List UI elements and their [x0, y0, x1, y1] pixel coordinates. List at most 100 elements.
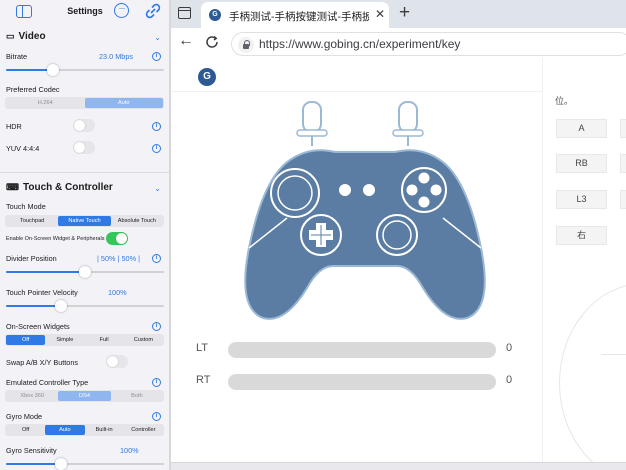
onscreen-widget-toggle[interactable] [106, 232, 128, 245]
touch-chevron-icon[interactable]: ⌄ [154, 184, 161, 193]
face-button-y [418, 172, 430, 184]
segment-option[interactable]: DS4 [58, 391, 111, 401]
browser-window: G 手柄测试-手柄按键测试-手柄扳机 ✕ + ← https://www.gob… [171, 0, 626, 470]
emulated-info-icon[interactable]: i [152, 378, 161, 387]
video-section-header[interactable]: ▭ Video [6, 31, 46, 42]
gamepad-illustration [244, 101, 486, 320]
bitrate-slider[interactable] [6, 64, 164, 76]
video-icon: ▭ [6, 31, 15, 41]
section-divider [0, 172, 169, 173]
gyro-info-icon[interactable]: i [152, 412, 161, 421]
rt-trigger-row: RT 0 [196, 372, 516, 390]
video-chevron-icon[interactable]: ⌄ [154, 33, 161, 42]
bitrate-label: Bitrate [6, 52, 28, 61]
segment-option[interactable]: Auto [45, 425, 85, 435]
tab-title: 手柄测试-手柄按键测试-手柄扳机 [229, 11, 369, 23]
settings-sidebar: Settings ··· ▭ Video ⌄ Bitrate 23.0 Mbps … [0, 0, 169, 470]
browser-tab[interactable]: G 手柄测试-手柄按键测试-手柄扳机 ✕ [201, 2, 389, 28]
face-button-x [406, 184, 418, 196]
key-edge-3[interactable] [620, 190, 626, 209]
settings-title: Settings [67, 6, 103, 16]
codec-segmented-control[interactable]: H.264 Auto [5, 97, 164, 109]
close-tab-icon[interactable]: ✕ [375, 7, 385, 21]
gyro-sensitivity-value: 100% [120, 446, 139, 455]
tab-overview-icon[interactable] [178, 7, 191, 19]
link-icon[interactable] [145, 3, 161, 19]
rt-label: RT [196, 374, 211, 386]
divider-slider[interactable] [6, 266, 164, 278]
browser-bottom-bar [171, 462, 626, 470]
face-button-b [430, 184, 442, 196]
lt-trigger-row: LT 0 [196, 340, 516, 358]
segment-option[interactable]: Absolute Touch [111, 216, 163, 226]
hdr-info-icon[interactable]: i [152, 122, 161, 131]
gyro-sensitivity-fill [6, 463, 62, 465]
divider-info-icon[interactable]: i [152, 254, 161, 263]
segment-option[interactable]: Touchpad [6, 216, 58, 226]
more-icon[interactable]: ··· [114, 3, 129, 18]
reload-icon[interactable] [205, 35, 219, 49]
address-bar[interactable]: https://www.gobing.cn/experiment/key [231, 32, 626, 56]
pointer-velocity-knob[interactable] [55, 300, 68, 312]
pointer-velocity-slider[interactable] [6, 300, 164, 312]
gyro-sensitivity-knob[interactable] [55, 458, 68, 470]
segment-option[interactable]: H.264 [6, 98, 85, 108]
segment-option[interactable]: Full [85, 335, 124, 345]
segment-option[interactable]: Controller [124, 425, 163, 435]
touch-mode-segmented-control[interactable]: Touchpad Native Touch Absolute Touch [5, 215, 164, 227]
yuv-info-icon[interactable]: i [152, 144, 161, 153]
left-trigger-button [302, 101, 322, 133]
pointer-velocity-fill [6, 305, 62, 307]
site-logo[interactable]: G [198, 68, 216, 86]
swap-buttons-toggle[interactable] [106, 355, 128, 368]
shoulder-buttons [296, 101, 424, 146]
screen: Settings ··· ▭ Video ⌄ Bitrate 23.0 Mbps … [0, 0, 626, 470]
onscreen-widgets-label: On-Screen Widgets [6, 322, 70, 331]
hdr-label: HDR [6, 122, 22, 131]
segment-option[interactable]: Both [111, 391, 163, 401]
url-text[interactable]: https://www.gobing.cn/experiment/key [259, 37, 460, 51]
stick-visualizer-circle [559, 283, 626, 470]
segment-option[interactable]: Off [6, 335, 46, 345]
bitrate-slider-knob[interactable] [47, 64, 60, 76]
new-tab-icon[interactable]: + [399, 2, 410, 24]
divider-position-label: Divider Position [6, 254, 57, 263]
bitrate-value: 23.0 Mbps [99, 52, 134, 61]
gyro-mode-label: Gyro Mode [6, 412, 43, 421]
key-edge-2[interactable] [620, 154, 626, 173]
segment-option[interactable]: Xbox 360 [6, 391, 58, 401]
widgets-info-icon[interactable]: i [152, 322, 161, 331]
segment-option[interactable]: Native Touch [58, 216, 111, 226]
lock-icon[interactable] [238, 37, 254, 53]
divider-slider-knob[interactable] [79, 266, 91, 278]
right-trigger-button [398, 101, 418, 133]
segment-option[interactable]: Auto [84, 98, 163, 108]
key-edge-1[interactable] [620, 119, 626, 138]
onscreen-widgets-segmented-control[interactable]: Off Simple Full Custom [5, 334, 164, 346]
stick-visualizer-axis [601, 354, 626, 355]
yuv-toggle[interactable] [73, 141, 95, 154]
key-a-button[interactable]: A [556, 119, 607, 138]
back-arrow-icon[interactable]: ← [178, 32, 194, 50]
lt-progress-bar [228, 342, 496, 358]
key-right-button[interactable]: 右 [556, 226, 607, 245]
touch-heading: Touch & Controller [23, 182, 113, 193]
gyro-mode-segmented-control[interactable]: Off Auto Built-in Controller [5, 424, 164, 436]
key-l3-button[interactable]: L3 [556, 190, 607, 209]
tab-strip: G 手柄测试-手柄按键测试-手柄扳机 ✕ + [171, 0, 626, 28]
view-button [339, 184, 351, 196]
hdr-toggle[interactable] [73, 119, 95, 132]
gyro-sensitivity-slider[interactable] [6, 458, 164, 470]
emulated-controller-segmented-control[interactable]: Xbox 360 DS4 Both [5, 390, 164, 402]
bitrate-info-icon[interactable]: i [152, 52, 161, 61]
video-heading: Video [18, 31, 46, 42]
key-rb-button[interactable]: RB [556, 154, 607, 173]
sidebar-toggle-icon[interactable] [16, 5, 32, 18]
segment-option[interactable]: Off [6, 425, 45, 435]
panel-divider [542, 58, 543, 463]
segment-option[interactable]: Simple [45, 335, 84, 345]
touch-section-header[interactable]: ⌨ Touch & Controller [6, 182, 113, 193]
menu-button [363, 184, 375, 196]
segment-option[interactable]: Custom [124, 335, 163, 345]
segment-option[interactable]: Built-in [85, 425, 124, 435]
